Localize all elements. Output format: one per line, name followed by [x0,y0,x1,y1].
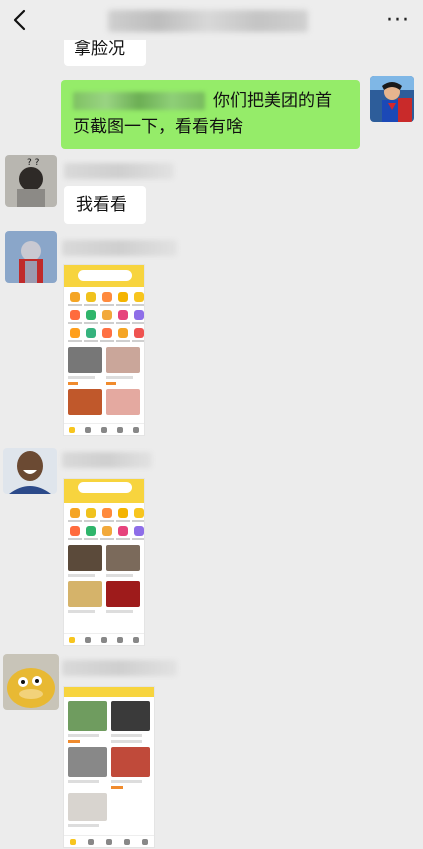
message-text: 你们把美团的首 [213,91,332,111]
contact-avatar[interactable] [5,231,57,283]
image-message-screenshot[interactable] [63,478,145,646]
my-avatar[interactable] [370,76,414,122]
sender-name-redacted [62,240,177,256]
chat-title-redacted [108,10,308,32]
svg-text:? ?: ? ? [27,158,40,168]
message-text: 页截图一下，看看有啥 [73,117,243,137]
image-message-screenshot[interactable] [63,264,145,436]
message-bubble[interactable]: 我看看 [64,186,146,224]
back-button[interactable] [6,6,34,34]
contact-avatar[interactable] [3,654,59,710]
message-text: 我看看 [76,195,127,215]
chat-header: ··· [0,0,423,40]
sender-name-redacted [62,452,152,468]
chevron-left-icon [13,9,26,31]
more-icon: ··· [386,7,410,33]
more-options-button[interactable]: ··· [383,7,413,33]
message-bubble-own[interactable]: 你们把美团的首 页截图一下，看看有啥 [61,80,360,149]
mention-redacted [73,92,205,110]
contact-avatar[interactable]: ? ? [5,155,57,207]
image-message-screenshot[interactable] [63,686,155,848]
message-text: 拿脸况 [74,39,125,59]
sender-name-redacted [62,660,177,676]
sender-name-redacted [64,163,174,179]
contact-avatar[interactable] [3,448,57,494]
